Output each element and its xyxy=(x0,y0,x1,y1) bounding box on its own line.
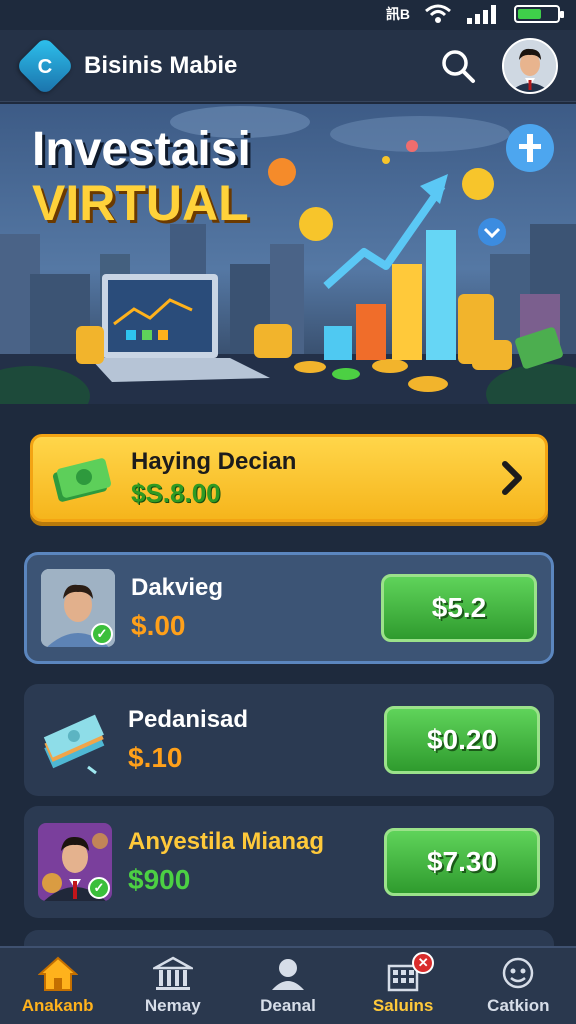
network-label: 訊B xyxy=(385,6,410,22)
support-icon xyxy=(503,957,534,989)
investment-card[interactable]: ✓ Anyestila Mianag $900 $7.30 xyxy=(24,806,554,918)
investment-value: $.10 xyxy=(128,742,183,773)
wifi-icon xyxy=(425,4,451,23)
nav-label: Catkion xyxy=(487,996,550,1015)
bottom-navigation: Anakanb Nemay Deanal ✕ Saluins Catkion xyxy=(0,946,576,1024)
investment-value: $.00 xyxy=(131,610,186,641)
investment-value: $900 xyxy=(128,864,191,895)
search-button[interactable] xyxy=(436,44,480,88)
investment-thumbnail xyxy=(38,701,112,779)
investment-name: Pedanisad xyxy=(128,706,249,733)
price-button[interactable]: $0.20 xyxy=(384,706,540,774)
investment-name: Dakvieg xyxy=(131,574,224,601)
investment-info: Pedanisad $.10 xyxy=(128,706,384,774)
battery-fill xyxy=(518,9,541,19)
battery-icon xyxy=(514,5,564,23)
nav-label: Saluins xyxy=(372,996,434,1015)
nav-item-home[interactable]: Anakanb xyxy=(3,956,113,1016)
close-badge-icon: ✕ xyxy=(412,952,435,974)
avatar-portrait-icon xyxy=(504,39,556,92)
nav-item-support[interactable]: Catkion xyxy=(463,956,573,1016)
nav-item-profile[interactable]: Deanal xyxy=(233,956,343,1016)
action-title: Haying Decian xyxy=(131,447,297,475)
investment-card[interactable]: ✓ Dakvieg $.00 $5.2 xyxy=(24,552,554,664)
verified-check-icon: ✓ xyxy=(88,877,110,899)
app-title: Bisinis Mabie xyxy=(84,51,238,79)
investment-avatar: ✓ xyxy=(38,823,112,901)
action-text: Haying Decian $S.8.00 xyxy=(131,448,497,509)
verified-check-icon: ✓ xyxy=(91,623,113,645)
nav-item-business[interactable]: ✕ Saluins xyxy=(348,952,458,1016)
action-amount: $S.8.00 xyxy=(131,477,221,508)
cash-stack-icon xyxy=(52,458,112,502)
investment-info: Anyestila Mianag $900 xyxy=(128,828,384,896)
nav-item-bank[interactable]: Nemay xyxy=(118,956,228,1016)
logo-glyph: C xyxy=(37,53,53,77)
home-icon xyxy=(37,956,78,991)
person-icon xyxy=(271,959,304,990)
signal-icon xyxy=(467,5,496,24)
banner-title-line2: VIRTUAL xyxy=(32,175,249,231)
investment-card[interactable]: Pedanisad $.10 $0.20 xyxy=(24,684,554,796)
chevron-right-icon xyxy=(502,461,522,495)
bank-icon xyxy=(152,956,193,990)
investment-avatar: ✓ xyxy=(41,569,115,647)
profile-avatar[interactable] xyxy=(502,37,558,94)
price-button[interactable]: $7.30 xyxy=(384,828,540,896)
banner-title-line1: Investaisi xyxy=(32,123,251,176)
nav-label: Nemay xyxy=(144,996,201,1015)
featured-action-card[interactable]: Haying Decian $S.8.00 xyxy=(30,434,548,522)
investment-name: Anyestila Mianag xyxy=(128,828,325,855)
nav-label: Deanal xyxy=(260,996,316,1015)
app-header: C Bisinis Mabie xyxy=(0,30,576,102)
promo-banner[interactable]: Investaisi VIRTUAL xyxy=(0,104,576,404)
status-bar: 訊B xyxy=(0,0,576,28)
app-logo-icon[interactable]: C xyxy=(15,35,75,96)
price-button[interactable]: $5.2 xyxy=(381,574,537,642)
search-icon xyxy=(442,49,475,83)
money-stack-icon xyxy=(43,714,105,775)
nav-label: Anakanb xyxy=(21,996,94,1015)
investment-info: Dakvieg $.00 xyxy=(131,574,381,642)
